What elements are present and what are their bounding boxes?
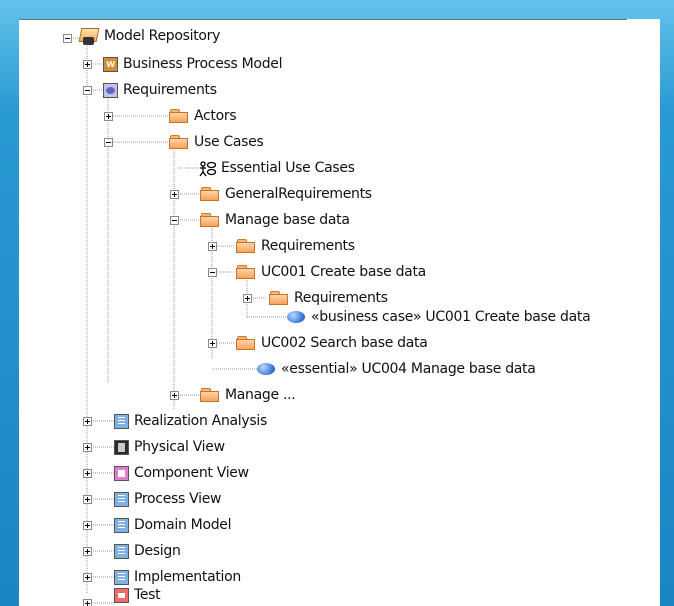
collapse-toggle-manage-base-data[interactable] (170, 216, 179, 225)
package-red-icon (114, 587, 129, 603)
expand-toggle-test[interactable] (83, 599, 92, 606)
tree-node-label: «business case» UC001 Create base data (311, 309, 591, 325)
expand-toggle-uc001-requirements[interactable] (243, 294, 252, 303)
collapse-toggle-use-cases[interactable] (104, 138, 113, 147)
tree-node-label: Manage base data (225, 212, 350, 228)
expand-toggle-physical-view[interactable] (83, 443, 92, 452)
tree-node-business-case-uc001[interactable]: «business case» UC001 Create base data (287, 307, 591, 327)
tree-node-manage-base-data[interactable]: Manage base data (200, 210, 350, 230)
expand-toggle-business-process-model[interactable] (83, 60, 92, 69)
tree-node-realization-analysis[interactable]: Realization Analysis (114, 411, 267, 431)
tree-node-label: Domain Model (134, 517, 232, 533)
tree-node-requirements[interactable]: Requirements (103, 80, 217, 100)
tree-node-label: Component View (134, 465, 249, 481)
package-dark-icon (114, 439, 129, 455)
tree-node-label: Implementation (134, 569, 241, 585)
tree-node-essential-uc004[interactable]: «essential» UC004 Manage base data (257, 359, 536, 379)
tree-node-design[interactable]: Design (114, 541, 181, 561)
folder-icon (236, 238, 256, 254)
tree-node-general-requirements[interactable]: GeneralRequirements (200, 184, 372, 204)
tree-node-physical-view[interactable]: Physical View (114, 437, 225, 457)
tree-node-label: Physical View (134, 439, 225, 455)
expand-toggle-realization-analysis[interactable] (83, 417, 92, 426)
tree-node-component-view[interactable]: Component View (114, 463, 249, 483)
expand-toggle-implementation[interactable] (83, 573, 92, 582)
tree-node-label: Realization Analysis (134, 413, 267, 429)
tree-node-label: Manage ... (225, 387, 296, 403)
package-bpm-icon: W (103, 56, 118, 72)
repository-icon (79, 28, 99, 45)
folder-icon (200, 387, 220, 403)
folder-icon (200, 186, 220, 202)
tree-node-use-cases[interactable]: Use Cases (169, 132, 264, 152)
expand-toggle-process-view[interactable] (83, 495, 92, 504)
actor-usecase-icon (199, 160, 216, 176)
tree-node-label: Requirements (294, 290, 388, 306)
expand-toggle-design[interactable] (83, 547, 92, 556)
model-tree-panel: Model Repository W Business Process Mode… (19, 19, 660, 606)
expand-toggle-manage-more[interactable] (170, 391, 179, 400)
folder-icon (236, 264, 256, 280)
tree-node-uc001-requirements[interactable]: Requirements (269, 288, 388, 308)
folder-icon (169, 134, 189, 150)
expand-toggle-uc002[interactable] (208, 339, 217, 348)
tree-node-label: Business Process Model (123, 56, 283, 72)
folder-icon (269, 290, 289, 306)
tree-node-label: Requirements (261, 238, 355, 254)
tree-node-label: UC002 Search base data (261, 335, 428, 351)
expand-toggle-requirements-sub[interactable] (208, 242, 217, 251)
collapse-toggle-model-repository[interactable] (63, 34, 72, 43)
package-blue-icon (114, 543, 129, 559)
expand-toggle-actors[interactable] (104, 112, 113, 121)
expand-toggle-domain-model[interactable] (83, 521, 92, 530)
tree-node-label: Requirements (123, 82, 217, 98)
tree-node-label: Design (134, 543, 181, 559)
tree-node-label: Essential Use Cases (221, 160, 355, 176)
tree-node-essential-use-cases[interactable]: Essential Use Cases (199, 158, 355, 178)
tree-node-label: UC001 Create base data (261, 264, 426, 280)
expand-toggle-general-requirements[interactable] (170, 190, 179, 199)
package-blue-icon (114, 413, 129, 429)
package-requirements-icon (103, 82, 118, 98)
use-case-icon (287, 311, 305, 323)
package-blue-icon (114, 517, 129, 533)
tree-node-actors[interactable]: Actors (169, 106, 237, 126)
collapse-toggle-uc001[interactable] (208, 268, 217, 277)
use-case-icon (257, 363, 275, 375)
tree-node-uc002[interactable]: UC002 Search base data (236, 333, 428, 353)
tree-node-label: Actors (194, 108, 237, 124)
tree-node-manage-more[interactable]: Manage ... (200, 385, 296, 405)
package-pink-icon (114, 465, 129, 481)
tree-node-business-process-model[interactable]: W Business Process Model (103, 54, 282, 74)
tree-node-requirements-sub[interactable]: Requirements (236, 236, 355, 256)
tree-node-label: Model Repository (104, 28, 221, 44)
tree-node-implementation[interactable]: Implementation (114, 567, 241, 587)
folder-icon (200, 212, 220, 228)
tree-node-domain-model[interactable]: Domain Model (114, 515, 232, 535)
folder-icon (236, 335, 256, 351)
expand-toggle-component-view[interactable] (83, 469, 92, 478)
tree-node-model-repository[interactable]: Model Repository (79, 26, 220, 46)
tree-node-label: GeneralRequirements (225, 186, 372, 202)
folder-icon (169, 108, 189, 124)
tree-node-label: Use Cases (194, 134, 264, 150)
tree-node-label: Process View (134, 491, 222, 507)
tree-node-test[interactable]: Test (114, 585, 161, 605)
package-blue-icon (114, 569, 129, 585)
tree-node-label: Test (134, 587, 161, 603)
tree-node-label: «essential» UC004 Manage base data (281, 361, 536, 377)
tree-node-uc001[interactable]: UC001 Create base data (236, 262, 426, 282)
tree-node-process-view[interactable]: Process View (114, 489, 221, 509)
package-blue-icon (114, 491, 129, 507)
collapse-toggle-requirements[interactable] (83, 86, 92, 95)
